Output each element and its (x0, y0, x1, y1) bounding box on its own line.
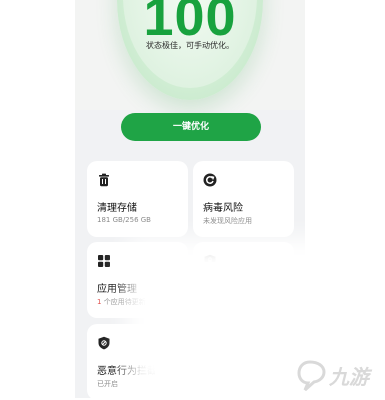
card-subtitle: 未发现风险应用 (203, 217, 252, 225)
card-title: 病毒风险 (203, 203, 243, 214)
card-virus-risk[interactable]: 病毒风险 未发现风险应用 (193, 161, 294, 237)
watermark-logo: 九游 (297, 360, 373, 392)
pending-update-text: 个应用待更新 (101, 298, 146, 306)
virus-scan-icon (203, 173, 217, 187)
card-title: 清理存储 (97, 203, 137, 214)
card-clean-storage[interactable]: 清理存储 181 GB/256 GB (87, 161, 188, 237)
card-title: 恶意行为拦截 (97, 366, 157, 377)
one-click-optimize-button[interactable]: 一键优化 (121, 113, 261, 141)
status-text: 状态极佳，可手动优化。 (146, 41, 234, 50)
svg-text:九游: 九游 (328, 365, 373, 389)
health-score-panel: 100 状态极佳，可手动优化。 (75, 0, 305, 110)
shield-block-icon (98, 336, 110, 350)
card-subtitle: 181 GB/256 GB (97, 216, 151, 224)
card-title: 应用管理 (97, 284, 137, 295)
grid-apps-icon (98, 255, 110, 267)
card-subtitle: 1 个应用待更新 (97, 297, 146, 307)
card-subtitle: 已开启 (97, 380, 118, 388)
watermark: 九游 (296, 356, 376, 400)
trash-icon (99, 173, 109, 187)
